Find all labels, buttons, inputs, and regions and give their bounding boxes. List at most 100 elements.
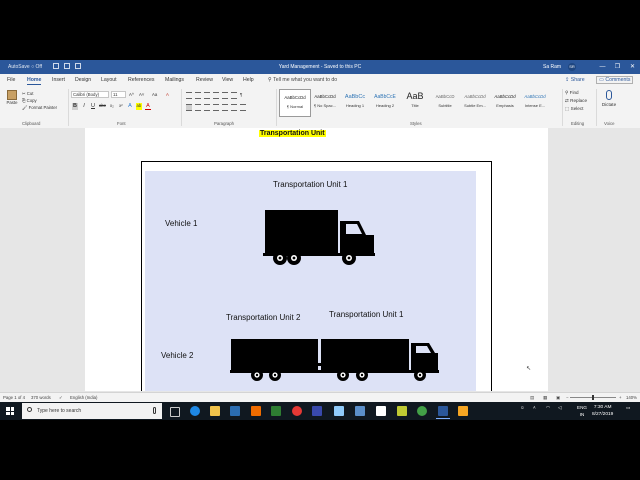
font-color-button[interactable]: A xyxy=(144,103,151,110)
notes-icon[interactable] xyxy=(397,406,407,416)
numbering-button[interactable] xyxy=(195,92,201,99)
font-name-select[interactable]: Calibri (Body) xyxy=(71,91,109,98)
style-heading-2[interactable]: AaBbCcE Heading 2 xyxy=(369,89,401,117)
windows-start-icon[interactable] xyxy=(6,407,14,415)
superscript-button[interactable]: x² xyxy=(118,103,124,110)
opera-browser-icon[interactable] xyxy=(292,406,302,416)
file-explorer-icon[interactable] xyxy=(210,406,220,416)
justify-button[interactable] xyxy=(213,104,219,111)
bold-button[interactable]: B xyxy=(72,103,78,110)
align-left-button[interactable] xyxy=(186,104,192,111)
style-title[interactable]: AaB Title xyxy=(399,89,431,117)
zoom-in-button[interactable]: + xyxy=(619,395,622,400)
language-indicator[interactable]: English (India) xyxy=(70,395,97,400)
avatar[interactable]: SR xyxy=(568,63,576,71)
notifications-icon[interactable]: ▭ xyxy=(626,405,630,411)
read-mode-icon[interactable]: ▤ xyxy=(530,395,534,401)
dictate-button[interactable]: Dictate xyxy=(599,90,619,107)
tab-layout[interactable]: Layout xyxy=(101,77,117,83)
font-size-select[interactable]: 11 xyxy=(111,91,126,98)
print-layout-icon[interactable]: ▦ xyxy=(543,395,547,401)
restore-button[interactable]: ❐ xyxy=(610,60,625,74)
task-view-icon[interactable] xyxy=(170,407,180,417)
word-count[interactable]: 370 words xyxy=(31,395,51,400)
style-no-spacing[interactable]: AaBbCcDd ¶ No Spac... xyxy=(309,89,341,117)
italic-button[interactable]: I xyxy=(81,103,87,110)
change-case-button[interactable]: Aa xyxy=(152,92,157,97)
style-subtitle[interactable]: AaBbCcD Subtitle xyxy=(429,89,461,117)
document-page[interactable]: Transportation Unit Transportation Unit … xyxy=(85,128,548,391)
input-language-indicator[interactable]: ENG IN xyxy=(577,404,587,418)
image-viewer-icon[interactable] xyxy=(334,406,344,416)
document-heading[interactable]: Transportation Unit xyxy=(259,130,326,137)
shading-button[interactable] xyxy=(231,104,237,111)
store-icon[interactable] xyxy=(230,406,240,416)
style-emphasis[interactable]: AaBbCcDd Emphasis xyxy=(489,89,521,117)
line-spacing-button[interactable] xyxy=(222,104,228,111)
align-center-button[interactable] xyxy=(195,104,201,111)
photos-icon[interactable] xyxy=(376,406,386,416)
tab-references[interactable]: References xyxy=(128,77,155,83)
select-button[interactable]: ⬚ Select xyxy=(565,106,583,112)
style-subtle-emphasis[interactable]: AaBbCcDd Subtle Em... xyxy=(459,89,491,117)
excel-app-icon[interactable] xyxy=(271,406,281,416)
tab-home[interactable]: Home xyxy=(27,77,42,85)
user-name[interactable]: Sa Ram xyxy=(543,64,561,70)
word-app-icon[interactable] xyxy=(436,406,450,419)
proofing-icon[interactable]: ✓ xyxy=(59,395,63,401)
style-normal[interactable]: AaBbCcDd ¶ Normal xyxy=(279,89,311,117)
mail-icon[interactable] xyxy=(251,406,261,416)
subscript-button[interactable]: x₂ xyxy=(109,103,115,110)
taskbar-search-input[interactable]: Type here to search xyxy=(22,403,162,419)
zoom-slider-thumb[interactable] xyxy=(592,395,594,400)
grow-font-button[interactable]: A^ xyxy=(129,92,134,97)
zoom-out-button[interactable]: − xyxy=(566,395,569,400)
multilevel-list-button[interactable] xyxy=(204,92,210,99)
tab-view[interactable]: View xyxy=(222,77,233,83)
show-marks-icon[interactable]: ¶ xyxy=(240,92,246,97)
app-icon[interactable] xyxy=(312,406,322,416)
share-button[interactable]: ⇪ Share xyxy=(565,77,585,83)
tab-file[interactable]: File xyxy=(7,77,15,83)
close-button[interactable]: ✕ xyxy=(625,60,640,74)
figure-frame[interactable]: Transportation Unit 1 Vehicle 1 Transpor… xyxy=(141,161,492,391)
clear-formatting-button[interactable]: A xyxy=(166,92,169,97)
document-canvas[interactable]: Transportation Unit Transportation Unit … xyxy=(0,128,640,391)
zoom-level[interactable]: 140% xyxy=(626,395,637,400)
people-icon[interactable]: ☺ xyxy=(520,405,525,410)
edge-browser-icon[interactable] xyxy=(190,406,200,416)
borders-button[interactable] xyxy=(240,104,246,111)
tab-review[interactable]: Review xyxy=(196,77,213,83)
chrome-browser-icon[interactable] xyxy=(417,406,427,416)
align-right-button[interactable] xyxy=(204,104,210,111)
tab-mailings[interactable]: Mailings xyxy=(165,77,184,83)
strikethrough-button[interactable]: abc xyxy=(99,103,106,110)
zoom-slider[interactable] xyxy=(570,395,616,400)
increase-indent-button[interactable] xyxy=(222,92,228,99)
taskbar-clock[interactable]: 7:30 AM 8/27/2019 xyxy=(592,404,613,418)
snipping-tool-icon[interactable] xyxy=(355,406,365,416)
bullets-button[interactable] xyxy=(186,92,192,99)
copy-button[interactable]: ⎘ Copy xyxy=(22,98,37,103)
minimize-button[interactable]: — xyxy=(595,60,610,74)
shrink-font-button[interactable]: A˅ xyxy=(139,92,144,97)
paste-button[interactable]: Paste xyxy=(5,90,19,112)
sort-button[interactable] xyxy=(231,92,237,99)
tab-design[interactable]: Design xyxy=(75,77,91,83)
style-intense-emphasis[interactable]: AaBbCcDd Intense E... xyxy=(519,89,551,117)
underline-button[interactable]: U xyxy=(90,103,96,110)
wifi-icon[interactable]: ◠ xyxy=(546,405,550,411)
package-app-icon[interactable] xyxy=(458,406,468,416)
cut-button[interactable]: ✂ Cut xyxy=(22,91,33,97)
volume-icon[interactable]: ◁ xyxy=(558,405,562,411)
tell-me-search[interactable]: ⚲ Tell me what you want to do xyxy=(268,77,337,83)
highlight-button[interactable]: ab xyxy=(135,103,142,110)
microphone-icon[interactable] xyxy=(153,407,156,414)
tab-help[interactable]: Help xyxy=(243,77,254,83)
decrease-indent-button[interactable] xyxy=(213,92,219,99)
show-hidden-icons[interactable]: ˄ xyxy=(533,405,536,410)
text-effects-button[interactable]: A xyxy=(127,103,133,110)
format-painter-button[interactable]: 🖌 Format Painter xyxy=(22,105,57,111)
web-layout-icon[interactable]: ▣ xyxy=(556,395,560,401)
page-count[interactable]: Page 1 of 4 xyxy=(3,395,25,400)
